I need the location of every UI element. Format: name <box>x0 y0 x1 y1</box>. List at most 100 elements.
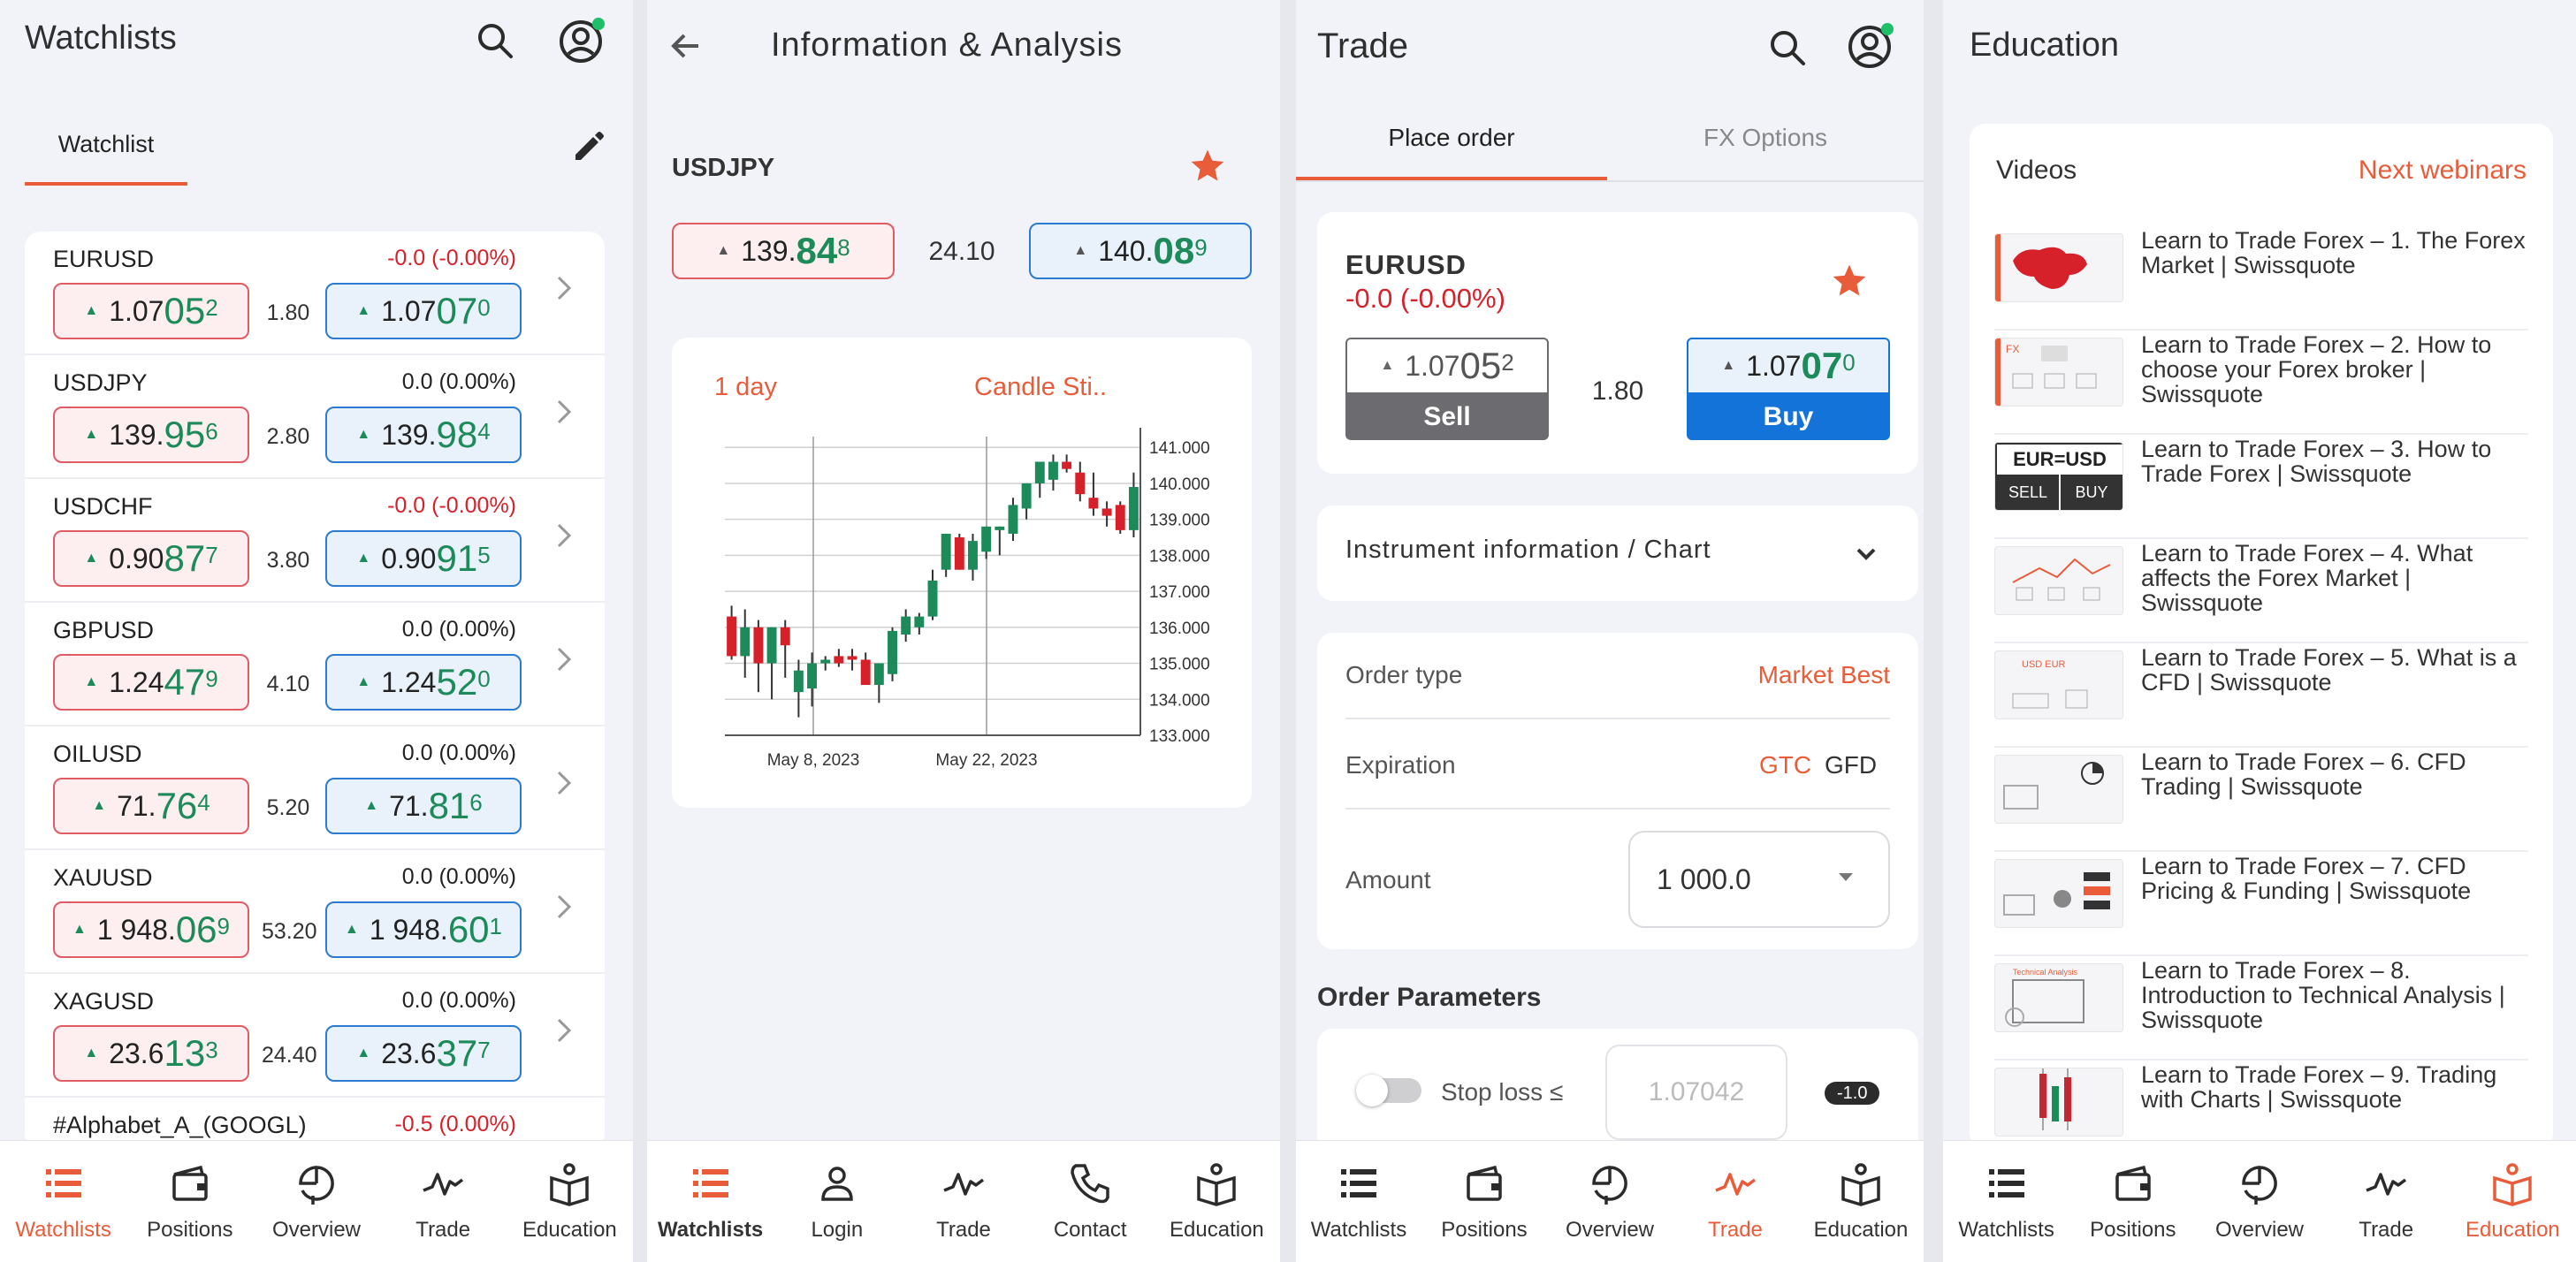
overview-icon <box>2237 1160 2283 1211</box>
tab-videos[interactable]: Videos <box>1996 156 2077 186</box>
tab-watchlist[interactable]: Watchlist <box>25 131 187 158</box>
thumb-text: USD EUR <box>2022 659 2066 670</box>
buy-price-box[interactable]: ▲ 1 948. 60 1 <box>325 901 522 958</box>
nav-overview[interactable]: Overview <box>2196 1141 2322 1262</box>
video-list-item[interactable]: FX Learn to Trade Forex – 2. How to choos… <box>1994 332 2528 435</box>
favorite-star-icon[interactable] <box>1188 147 1227 186</box>
watchlist-row[interactable]: USDCHF -0.0 (-0.00%) ▲ 0.90 87 7 3.80 ▲ 0.90… <box>25 479 605 603</box>
buy-price-sup: 6 <box>469 788 483 816</box>
y-tick-label: 134.000 <box>1149 691 1210 710</box>
nav-education[interactable]: Education <box>1798 1141 1924 1262</box>
spread-value: 24.10 <box>928 237 995 266</box>
video-list-item[interactable]: USD EUR Learn to Trade Forex – 5. What is… <box>1994 645 2528 748</box>
watchlist-row[interactable]: EURUSD -0.0 (-0.00%) ▲ 1.07 05 2 1.80 ▲ 1.07… <box>25 232 605 355</box>
buy-price-sup: 0 <box>477 665 491 692</box>
account-icon[interactable] <box>557 16 606 65</box>
amount-dropdown[interactable]: 1 000.0 <box>1628 831 1890 928</box>
chart-type-selector[interactable]: Candle Sti.. <box>974 373 1107 402</box>
watchlist-row[interactable]: USDJPY 0.0 (0.00%) ▲ 139. 95 6 2.80 ▲ 139. 98… <box>25 355 605 479</box>
watchlists-icon <box>688 1160 734 1211</box>
sell-price-box[interactable]: ▲ 1 948. 06 9 <box>53 901 249 958</box>
buy-price-box[interactable]: ▲ 0.90 91 5 <box>325 530 522 587</box>
nav-login[interactable]: Login <box>774 1141 900 1262</box>
sell-price-sup: 8 <box>837 233 850 261</box>
watchlist-row[interactable]: GBPUSD 0.0 (0.00%) ▲ 1.24 47 9 4.10 ▲ 1.24 52… <box>25 603 605 726</box>
stop-loss-input[interactable]: 1.07042 <box>1605 1045 1787 1140</box>
order-type-value[interactable]: Market Best <box>1758 661 1890 689</box>
search-icon[interactable] <box>1763 23 1812 72</box>
nav-overview[interactable]: Overview <box>253 1141 379 1262</box>
favorite-star-icon[interactable] <box>1830 262 1869 300</box>
instrument-symbol: EURUSD <box>1345 249 1467 280</box>
buy-price-box[interactable]: ▲ 1.07 07 0 <box>325 283 522 339</box>
buy-price-prefix: 0.90 <box>381 542 437 574</box>
nav-positions[interactable]: Positions <box>126 1141 253 1262</box>
buy-price-box[interactable]: ▲ 139. 98 4 <box>325 407 522 463</box>
edit-pencil-icon[interactable] <box>564 122 614 171</box>
watchlist-row[interactable]: XAGUSD 0.0 (0.00%) ▲ 23.6 13 3 24.40 ▲ 23.6 3… <box>25 974 605 1098</box>
search-icon[interactable] <box>470 16 520 65</box>
trade-icon <box>941 1160 987 1211</box>
nav-watchlists[interactable]: Watchlists <box>1943 1141 2069 1262</box>
watchlist-row[interactable]: OILUSD 0.0 (0.00%) ▲ 71. 76 4 5.20 ▲ 71. 81 6 <box>25 726 605 850</box>
chevron-right-icon <box>557 647 572 672</box>
buy-price-big: 81 <box>428 785 470 826</box>
sell-price-box[interactable]: ▲ 71. 76 4 <box>53 778 249 834</box>
instrument-info-expander[interactable]: Instrument information / Chart <box>1317 506 1918 601</box>
buy-price-big: 07 <box>1801 345 1843 386</box>
nav-trade[interactable]: Trade <box>1673 1141 1798 1262</box>
nav-contact[interactable]: Contact <box>1027 1141 1154 1262</box>
expiration-gfd-option[interactable]: GFD <box>1825 751 1877 779</box>
nav-watchlists[interactable]: Watchlists <box>647 1141 774 1262</box>
video-list-item[interactable]: Learn to Trade Forex – 7. CFD Pricing & … <box>1994 854 2528 956</box>
sell-button[interactable]: Sell <box>1345 394 1549 440</box>
nav-trade[interactable]: Trade <box>2323 1141 2450 1262</box>
order-form-card: Order type Market Best Expiration GTC GF… <box>1317 633 1918 949</box>
buy-price-prefix: 1.24 <box>381 665 437 698</box>
nav-education[interactable]: Education <box>1154 1141 1280 1262</box>
nav-trade[interactable]: Trade <box>900 1141 1026 1262</box>
back-arrow-icon[interactable] <box>661 21 711 71</box>
buy-price-box[interactable]: ▲ 140. 08 9 <box>1029 223 1252 279</box>
sell-price-box[interactable]: ▲ 1.07 05 2 <box>53 283 249 339</box>
watchlist-row[interactable]: XAUUSD 0.0 (0.00%) ▲ 1 948. 06 9 53.20 ▲ 1 9… <box>25 850 605 974</box>
buy-price-box[interactable]: ▲ 71. 81 6 <box>325 778 522 834</box>
video-list-item[interactable]: Learn to Trade Forex – 6. CFD Trading | … <box>1994 749 2528 852</box>
buy-price-box[interactable]: ▲ 1.24 52 0 <box>325 654 522 711</box>
video-list-item[interactable]: Learn to Trade Forex – 4. What affects t… <box>1994 541 2528 643</box>
nav-positions[interactable]: Positions <box>2069 1141 2196 1262</box>
nav-watchlists[interactable]: Watchlists <box>0 1141 126 1262</box>
thumb-text: Technical Analysis <box>2013 968 2078 977</box>
nav-label: Overview <box>2214 1218 2305 1242</box>
tab-fx-options[interactable]: FX Options <box>1607 124 1924 152</box>
nav-overview[interactable]: Overview <box>1547 1141 1673 1262</box>
account-icon[interactable] <box>1846 21 1895 71</box>
sell-price-box[interactable]: ▲ 139. 84 8 <box>672 223 895 279</box>
sell-price-box[interactable]: ▲ 0.90 87 7 <box>53 530 249 587</box>
stop-loss-toggle[interactable] <box>1356 1075 1421 1106</box>
sell-price-box[interactable]: ▲ 1.24 47 9 <box>53 654 249 711</box>
sell-price-box[interactable]: ▲ 139. 95 6 <box>53 407 249 463</box>
sell-price-box[interactable]: ▲ 23.6 13 3 <box>53 1025 249 1082</box>
buy-button[interactable]: Buy <box>1687 394 1890 440</box>
buy-price-box[interactable]: ▲ 1.07 07 0 <box>1687 338 1890 394</box>
tab-place-order[interactable]: Place order <box>1296 124 1607 152</box>
video-list-item[interactable]: EUR=USD SELL BUY Learn to Trade Forex – 3. … <box>1994 437 2528 539</box>
buy-price-box[interactable]: ▲ 23.6 37 7 <box>325 1025 522 1082</box>
video-list-item[interactable]: Learn to Trade Forex – 1. The Forex Mark… <box>1994 228 2528 331</box>
candle-body <box>766 627 777 664</box>
expiration-gtc-option[interactable]: GTC <box>1759 751 1811 779</box>
sell-price-big: 13 <box>164 1032 206 1074</box>
sell-price-sup: 9 <box>205 665 218 692</box>
sell-price-box[interactable]: ▲ 1.07 05 2 <box>1345 338 1549 394</box>
y-tick-label: 139.000 <box>1149 512 1210 530</box>
nav-education[interactable]: Education <box>507 1141 633 1262</box>
nav-trade[interactable]: Trade <box>380 1141 507 1262</box>
tabs-divider <box>1296 180 1924 182</box>
tab-next-webinars[interactable]: Next webinars <box>2359 156 2526 186</box>
video-list-item[interactable]: Technical Analysis Learn to Trade Forex –… <box>1994 958 2528 1061</box>
period-selector[interactable]: 1 day <box>714 373 777 402</box>
nav-watchlists[interactable]: Watchlists <box>1296 1141 1421 1262</box>
nav-education[interactable]: Education <box>2450 1141 2576 1262</box>
nav-positions[interactable]: Positions <box>1421 1141 1547 1262</box>
